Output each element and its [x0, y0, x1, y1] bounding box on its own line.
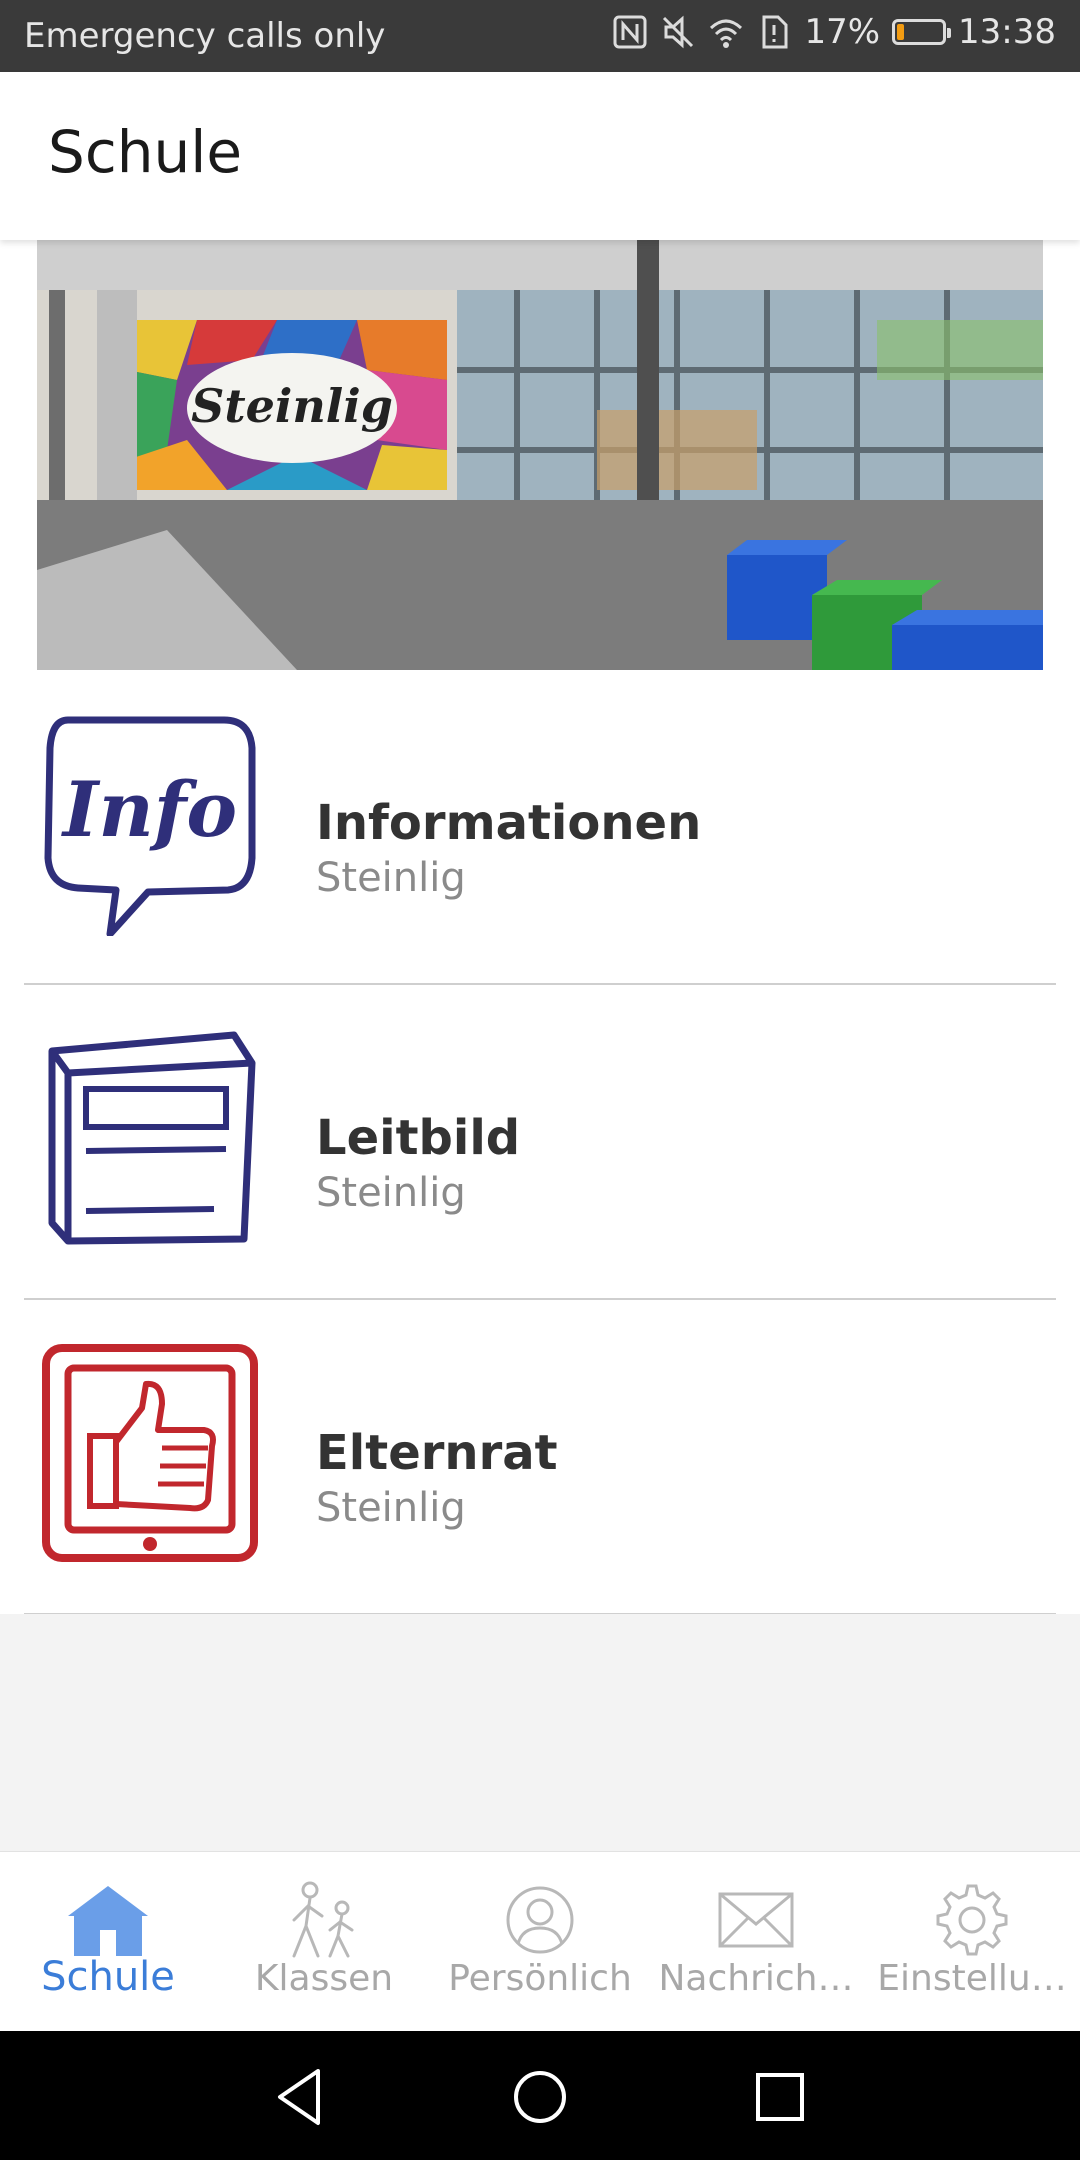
mural: Steinlig	[127, 320, 447, 490]
back-icon[interactable]	[260, 2057, 340, 2137]
sim-icon	[762, 15, 788, 49]
item-title: Elternrat	[316, 1425, 558, 1481]
tab-schule[interactable]: Schule	[0, 1852, 216, 2032]
item-subtitle: Steinlig	[316, 1170, 466, 1216]
home-icon[interactable]	[500, 2057, 580, 2137]
school-photo: Steinlig	[37, 240, 1043, 670]
status-bar: Emergency calls only 17% 13:38	[0, 0, 1080, 72]
battery-icon	[892, 19, 952, 45]
info-bubble-icon: Info	[44, 716, 256, 936]
list-item-elternrat[interactable]: Elternrat Steinlig	[0, 1300, 1080, 1615]
tab-persoenlich[interactable]: Persönlich	[432, 1852, 648, 2032]
thumbs-up-tablet-icon	[42, 1344, 258, 1562]
tab-nachrichten[interactable]: Nachrich…	[648, 1852, 864, 2032]
mute-icon	[663, 15, 694, 49]
wifi-icon	[710, 19, 743, 48]
gear-icon	[936, 1884, 1008, 1956]
page-title: Schule	[48, 118, 243, 186]
list-item-informationen[interactable]: Info Informationen Steinlig	[0, 670, 1080, 985]
system-nav-bar	[0, 2031, 1080, 2160]
person-icon	[506, 1886, 574, 1954]
recents-icon[interactable]	[740, 2057, 820, 2137]
item-title: Leitbild	[316, 1110, 521, 1166]
app-header: Schule	[0, 72, 1080, 240]
clock: 13:38	[958, 12, 1056, 52]
tab-einstellungen[interactable]: Einstellu…	[864, 1852, 1080, 2032]
battery-level	[897, 24, 905, 40]
tab-label: Nachrich…	[658, 1958, 854, 1999]
tab-label: Klassen	[254, 1958, 394, 1999]
tab-klassen[interactable]: Klassen	[216, 1852, 432, 2032]
carrier-text: Emergency calls only	[24, 16, 386, 56]
svg-text:Info: Info	[61, 765, 237, 854]
tab-label: Einstellu…	[877, 1958, 1067, 1999]
mural-text: Steinlig	[191, 379, 393, 433]
tab-label: Schule	[41, 1954, 175, 2000]
school-list: Info Informationen Steinlig Leitbild Ste…	[0, 670, 1080, 1615]
book-icon	[48, 1031, 256, 1245]
battery-percent: 17%	[804, 12, 881, 52]
empty-area	[0, 1614, 1080, 1851]
school-icon	[68, 1886, 148, 1956]
item-subtitle: Steinlig	[316, 1485, 466, 1531]
hero-image: Steinlig	[37, 240, 1043, 670]
item-subtitle: Steinlig	[316, 855, 466, 901]
bottom-tab-bar: Schule Klassen Persönlich Nachrich… Eins…	[0, 1851, 1080, 2032]
walking-people-icon	[292, 1881, 354, 1958]
item-title: Informationen	[316, 795, 702, 851]
status-icons: 17% 13:38	[612, 12, 1056, 52]
list-item-leitbild[interactable]: Leitbild Steinlig	[0, 985, 1080, 1300]
nfc-icon	[613, 15, 647, 49]
tab-label: Persönlich	[448, 1958, 632, 1999]
envelope-icon	[718, 1892, 794, 1948]
main-content: Steinlig Info Informationen Steinlig Lei…	[0, 240, 1080, 1615]
